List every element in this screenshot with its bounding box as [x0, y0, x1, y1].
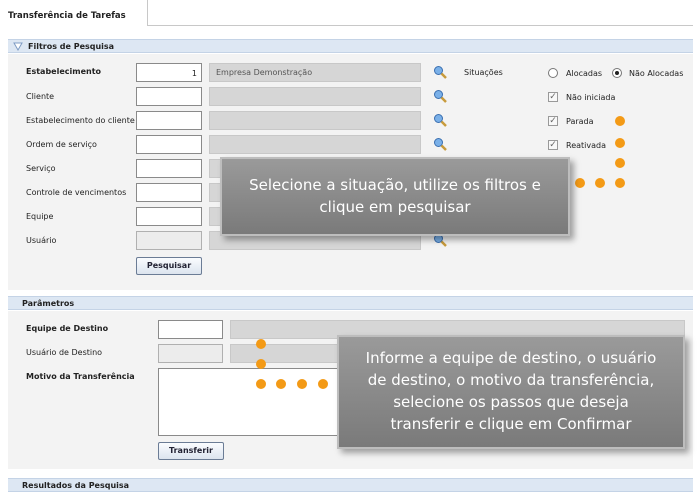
label-equipe: Equipe — [26, 212, 54, 221]
params-hint-line3: selecione os passos que deseja — [393, 393, 629, 411]
usuario-input[interactable] — [136, 231, 202, 250]
estabelecimento-description: Empresa Demonstração — [209, 63, 421, 82]
params-title: Parâmetros — [22, 299, 75, 308]
checkbox-parada-label: Parada — [566, 117, 594, 126]
label-controle-vencimentos: Controle de vencimentos — [26, 188, 127, 197]
pointer-dot — [297, 379, 307, 389]
results-header[interactable]: Resultados da Pesquisa — [8, 478, 693, 492]
equipe-input[interactable] — [136, 207, 202, 226]
estabelecimento-cliente-input[interactable] — [136, 111, 202, 130]
estabelecimento-input[interactable]: 1 — [136, 63, 202, 82]
filters-header[interactable]: Filtros de Pesquisa — [8, 39, 693, 53]
filters-hint-line2: clique em pesquisar — [319, 198, 471, 216]
controle-vencimentos-input[interactable] — [136, 183, 202, 202]
collapse-arrow-icon — [13, 42, 23, 51]
tab-label: Transferência de Tarefas — [8, 11, 126, 21]
label-estabelecimento-cliente: Estabelecimento do cliente — [26, 116, 135, 125]
search-button[interactable]: Pesquisar — [136, 257, 202, 275]
params-callout: Informe a equipe de destino, o usuário d… — [337, 335, 685, 449]
params-hint-line1: Informe a equipe de destino, o usuário — [365, 349, 657, 367]
checkbox-nao-iniciada-label: Não iniciada — [566, 93, 616, 102]
params-hint-line4: transferir e clique em Confirmar — [390, 415, 632, 433]
equipe-destino-input[interactable] — [158, 320, 223, 339]
label-usuario: Usuário — [26, 236, 57, 245]
filters-title: Filtros de Pesquisa — [28, 42, 115, 51]
cliente-input[interactable] — [136, 87, 202, 106]
usuario-destino-input[interactable] — [158, 344, 223, 363]
pointer-dot — [615, 178, 625, 188]
transfer-button[interactable]: Transferir — [158, 442, 224, 460]
radio-nao-alocadas-label: Não Alocadas — [629, 69, 684, 78]
pointer-dot — [615, 138, 625, 148]
cliente-description — [209, 87, 421, 106]
radio-alocadas[interactable] — [548, 68, 558, 78]
label-usuario-destino: Usuário de Destino — [26, 348, 103, 357]
servico-input[interactable] — [136, 159, 202, 178]
pointer-dot — [256, 339, 266, 349]
params-hint-line2: de destino, o motivo da transferência, — [367, 371, 655, 389]
search-icon[interactable] — [433, 65, 447, 79]
radio-nao-alocadas[interactable] — [612, 68, 622, 78]
pointer-dot — [256, 359, 266, 369]
label-cliente: Cliente — [26, 92, 55, 101]
pointer-dot — [276, 379, 286, 389]
pointer-dot — [256, 379, 266, 389]
tab-divider — [148, 25, 693, 26]
motivo-textarea[interactable] — [158, 368, 343, 436]
checkbox-reativada[interactable]: ✓ — [548, 140, 558, 150]
label-equipe-destino: Equipe de Destino — [26, 324, 109, 333]
search-icon[interactable] — [433, 113, 447, 127]
pointer-dot — [318, 379, 328, 389]
search-icon[interactable] — [433, 137, 447, 151]
search-icon[interactable] — [433, 89, 447, 103]
estabelecimento-cliente-description — [209, 111, 421, 130]
label-ordem-servico: Ordem de serviço — [26, 140, 97, 149]
usuario-destino-description — [230, 344, 340, 363]
filters-callout: Selecione a situação, utilize os filtros… — [220, 157, 570, 236]
ordem-servico-input[interactable] — [136, 135, 202, 154]
situacoes-label: Situações — [464, 68, 503, 77]
label-servico: Serviço — [26, 164, 56, 173]
pointer-dot — [615, 116, 625, 126]
checkbox-nao-iniciada[interactable]: ✓ — [548, 92, 558, 102]
pointer-dot — [575, 178, 585, 188]
pointer-dot — [615, 158, 625, 168]
filters-hint-line1: Selecione a situação, utilize os filtros… — [249, 176, 541, 194]
checkbox-parada[interactable]: ✓ — [548, 116, 558, 126]
results-title: Resultados da Pesquisa — [22, 481, 130, 490]
ordem-servico-description — [209, 135, 421, 154]
checkbox-reativada-label: Reativada — [566, 141, 606, 150]
tab-transferencia[interactable]: Transferência de Tarefas — [0, 0, 148, 26]
label-estabelecimento: Estabelecimento — [26, 67, 102, 76]
label-motivo: Motivo da Transferência — [26, 372, 135, 381]
radio-alocadas-label: Alocadas — [566, 69, 603, 78]
pointer-dot — [595, 178, 605, 188]
params-header[interactable]: Parâmetros — [8, 296, 693, 310]
